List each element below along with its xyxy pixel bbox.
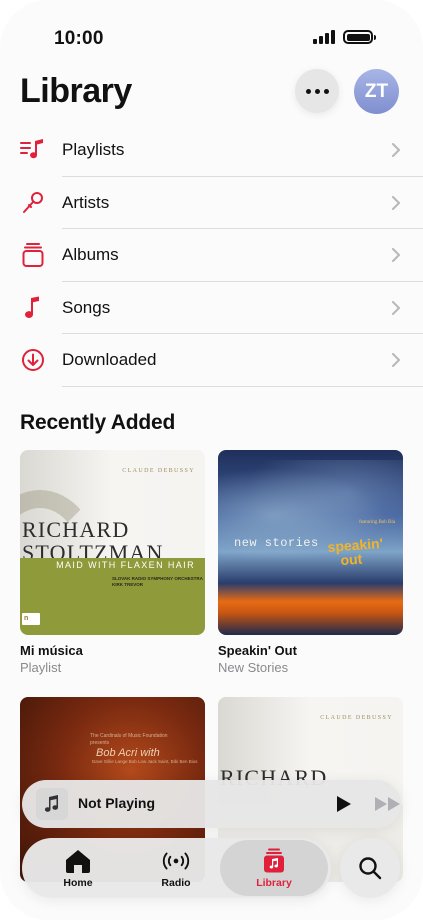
header: Library ZT [0,66,423,120]
mini-player[interactable]: Not Playing [22,780,401,828]
chevron-right-icon [392,248,400,263]
status-bar: 10:00 [0,0,423,70]
cover-credits: SLOVAK RADIO SYMPHONY ORCHESTRA KIRK TRE… [112,576,203,587]
tab-label: Home [63,876,93,889]
album-subtitle: Playlist [20,660,62,675]
tab-bar: Home Radio Library [22,838,331,898]
menu-item-label: Songs [62,297,111,317]
tab-radio[interactable]: Radio [146,838,206,898]
album-cover[interactable]: CLAUDE DEBUSSY RICHARD STOLTZMAN MAID WI… [20,450,205,635]
library-menu: Playlists Artists Albums Songs Downloade… [0,124,423,387]
chevron-right-icon [392,195,400,210]
album-card-mi-musica[interactable]: CLAUDE DEBUSSY RICHARD STOLTZMAN MAID WI… [20,450,205,675]
cellular-signal-icon [313,30,335,44]
music-note-icon [20,295,46,321]
cover-composer: CLAUDE DEBUSSY [320,715,393,721]
menu-item-label: Playlists [62,140,125,160]
mini-player-title: Not Playing [78,795,156,811]
album-title: Mi música [20,643,83,658]
search-icon [359,857,382,880]
fast-forward-button[interactable] [374,796,402,812]
chevron-right-icon [392,300,400,315]
microphone-icon [20,190,46,216]
menu-item-artists[interactable]: Artists [0,177,423,229]
page-title: Library [20,72,132,110]
cover-work-title: MAID WITH FLAXEN HAIR [56,560,195,570]
album-subtitle: New Stories [218,660,289,675]
cover-band-name: new stories [234,536,319,550]
more-options-button[interactable] [295,69,339,113]
playlist-icon [20,137,46,163]
tab-library[interactable]: Library [220,840,328,896]
record-label-logo: n [22,613,40,625]
album-cover[interactable]: featuring Bob Bla new stories speakin' o… [218,450,403,635]
tab-home[interactable]: Home [48,838,108,898]
album-title: Speakin' Out [218,643,297,658]
recently-added-title: Recently Added [20,411,176,434]
cover-artist-name: Bob Acri with [96,747,160,759]
menu-item-label: Downloaded [62,350,157,370]
cover-bottom-text: Dave Gillie Lange Bob Low Jack Saint, Bi… [92,759,198,764]
tab-label: Radio [161,876,191,889]
menu-item-albums[interactable]: Albums [0,229,423,282]
download-circle-icon [20,347,46,373]
battery-icon [343,30,376,44]
menu-item-playlists[interactable]: Playlists [0,124,423,177]
library-screen: 10:00 Library ZT Playlists Artists Album… [0,0,423,920]
cover-composer: CLAUDE DEBUSSY [122,468,195,474]
status-icons [313,30,376,44]
menu-item-downloaded[interactable]: Downloaded [0,334,423,387]
menu-item-songs[interactable]: Songs [0,282,423,334]
mini-player-artwork [36,788,68,820]
tab-label: Library [256,876,292,889]
chevron-right-icon [392,143,400,158]
play-button[interactable] [333,794,353,814]
cover-album-title: speakin' out [327,535,384,569]
chevron-right-icon [392,353,400,368]
library-icon [259,848,289,874]
menu-item-label: Albums [62,245,119,265]
ellipsis-icon [305,88,311,94]
album-stack-icon [20,242,46,268]
search-button[interactable] [340,838,400,898]
home-icon [63,848,93,874]
account-avatar[interactable]: ZT [354,69,399,114]
divider [62,385,423,387]
cover-small-text: featuring Bob Bla [359,520,395,525]
radio-waves-icon [161,848,191,874]
menu-item-label: Artists [62,192,110,212]
cover-top-text: The Cardinals of Music Foundation presen… [90,733,168,746]
album-card-speakin-out[interactable]: featuring Bob Bla new stories speakin' o… [218,450,403,675]
music-note-icon [44,795,59,812]
status-time: 10:00 [54,28,104,49]
